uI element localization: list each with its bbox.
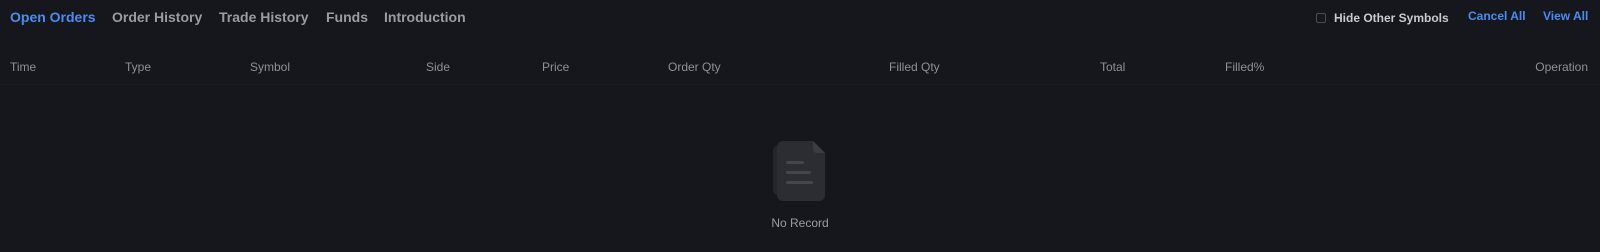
header-divider (0, 84, 1600, 85)
hide-other-symbols-toggle[interactable]: Hide Other Symbols (1316, 10, 1449, 26)
hide-other-symbols-label: Hide Other Symbols (1334, 11, 1449, 25)
orders-tab-bar: Open Orders Order History Trade History … (0, 0, 1600, 36)
empty-state-label: No Record (771, 216, 829, 230)
column-header-type: Type (125, 60, 152, 74)
view-all-link[interactable]: View All (1543, 9, 1588, 23)
hide-other-symbols-checkbox[interactable] (1316, 13, 1326, 23)
tab-introduction[interactable]: Introduction (384, 8, 466, 26)
column-header-total: Total (1100, 60, 1126, 74)
document-icon (773, 141, 825, 201)
column-header-price: Price (542, 60, 570, 74)
column-header-side: Side (426, 60, 451, 74)
tab-open-orders[interactable]: Open Orders (10, 8, 96, 26)
orders-panel: Open Orders Order History Trade History … (0, 0, 1600, 252)
column-header-time: Time (10, 60, 37, 74)
column-header-filled-qty: Filled Qty (889, 60, 940, 74)
orders-table-header: Time Type Symbol Side Price Order Qty Fi… (0, 58, 1600, 78)
empty-state: No Record (0, 140, 1600, 240)
column-header-symbol: Symbol (250, 60, 291, 74)
column-header-order-qty: Order Qty (668, 60, 721, 74)
tab-trade-history[interactable]: Trade History (219, 8, 308, 26)
cancel-all-button[interactable]: Cancel All (1468, 9, 1526, 23)
column-header-operation: Operation (1535, 60, 1588, 74)
column-header-filled-percent: Filled% (1225, 60, 1265, 74)
tab-funds[interactable]: Funds (326, 8, 368, 26)
tab-order-history[interactable]: Order History (112, 8, 202, 26)
